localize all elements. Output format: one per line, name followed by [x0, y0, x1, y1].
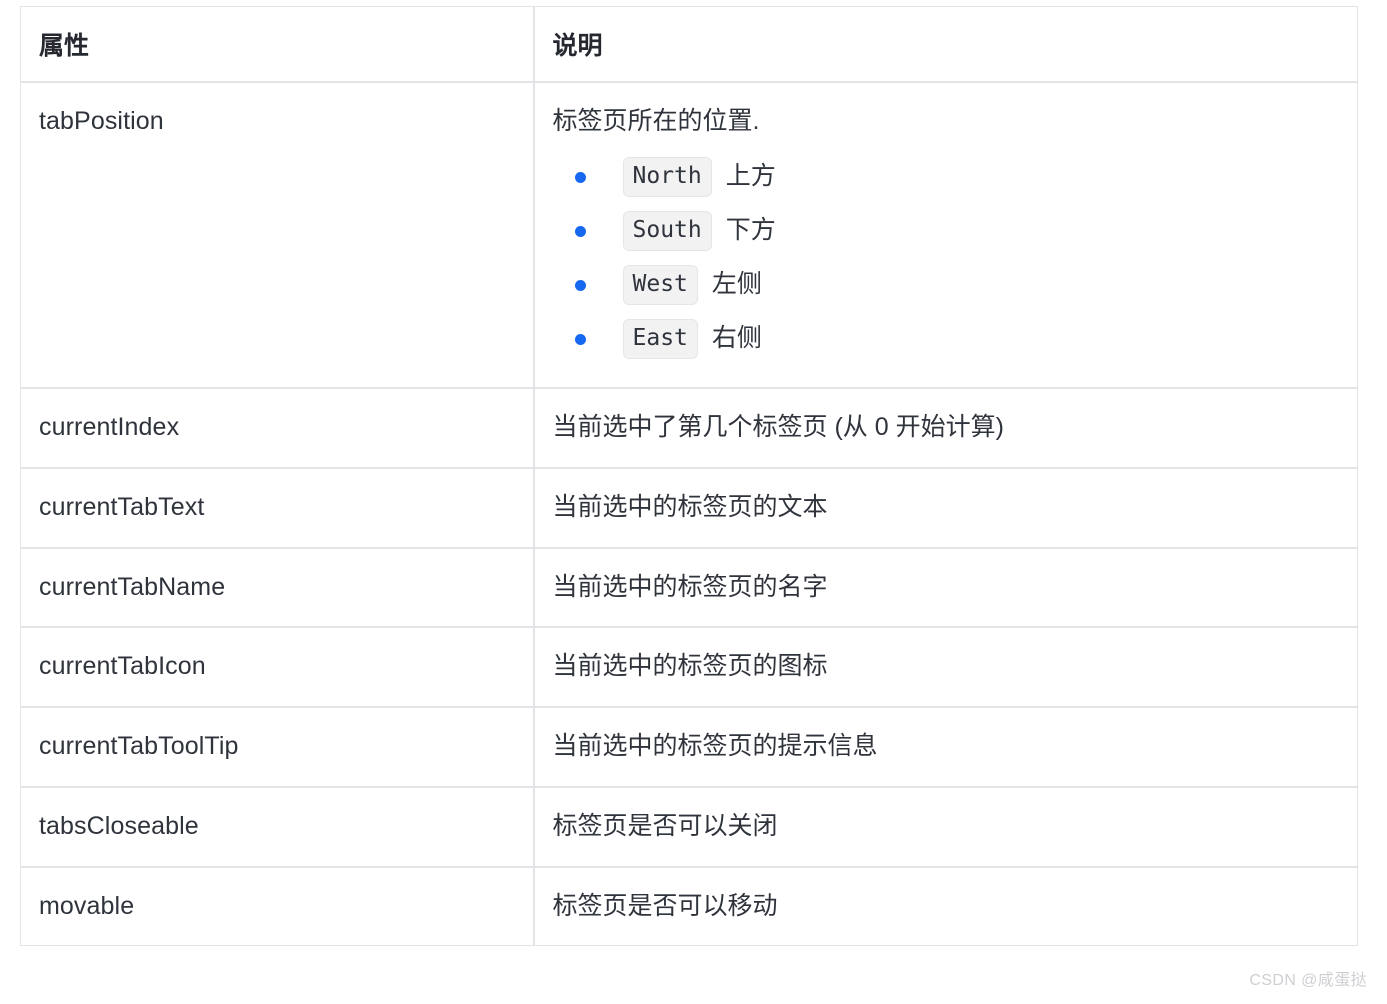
option-list: North 上方 South 下方 West 左侧 East 右侧 [553, 156, 1340, 359]
table-body: tabPosition 标签页所在的位置. North 上方 South 下方 … [20, 82, 1358, 946]
table-row: tabPosition 标签页所在的位置. North 上方 South 下方 … [20, 82, 1358, 389]
table-row: currentTabName 当前选中的标签页的名字 [20, 547, 1358, 629]
table-cell-attribute: movable [20, 866, 535, 946]
table-row: currentTabToolTip 当前选中的标签页的提示信息 [20, 707, 1358, 788]
description-text: 当前选中的标签页的图标 [552, 652, 828, 681]
bullet-icon [574, 225, 586, 237]
table-row: currentIndex 当前选中了第几个标签页 (从 0 开始计算) [20, 388, 1358, 469]
description-text: 标签页是否可以关闭 [552, 811, 778, 840]
list-item: West 左侧 [574, 264, 1340, 305]
table-cell-attribute: currentIndex [20, 388, 535, 469]
option-label: 左侧 [711, 269, 762, 298]
table-cell-description: 当前选中了第几个标签页 (从 0 开始计算) [533, 388, 1358, 469]
bullet-icon [574, 279, 586, 291]
bullet-icon [574, 333, 586, 345]
table-row: movable 标签页是否可以移动 [20, 866, 1358, 946]
table-row: tabsCloseable 标签页是否可以关闭 [20, 786, 1358, 868]
description-text: 当前选中了第几个标签页 (从 0 开始计算) [552, 413, 1004, 441]
table-cell-attribute: currentTabIcon [20, 627, 535, 708]
description-text: 当前选中的标签页的提示信息 [552, 732, 878, 760]
attribute-name: currentTabIcon [39, 652, 206, 681]
table-header-row: 属性 说明 [20, 6, 1358, 83]
table-cell-description: 当前选中的标签页的提示信息 [533, 707, 1358, 788]
table-row: currentTabIcon 当前选中的标签页的图标 [20, 627, 1358, 708]
attribute-name: tabPosition [39, 107, 164, 135]
description-text: 当前选中的标签页的名字 [552, 572, 828, 601]
description-text: 当前选中的标签页的文本 [552, 492, 828, 521]
table-cell-description: 当前选中的标签页的文本 [533, 467, 1358, 549]
list-item: East 右侧 [574, 318, 1340, 359]
table-cell-attribute: tabPosition [20, 82, 535, 389]
table-cell-attribute: currentTabText [20, 467, 535, 549]
table-cell-description: 标签页是否可以关闭 [533, 786, 1358, 868]
list-item: North 上方 [574, 156, 1340, 197]
description-text: 标签页所在的位置. [552, 107, 760, 135]
code-chip: West [622, 264, 698, 305]
table-cell-attribute: currentTabToolTip [20, 707, 535, 788]
code-chip: North [622, 156, 712, 197]
table-cell-description: 当前选中的标签页的名字 [533, 547, 1358, 629]
column-header-attribute: 属性 [20, 6, 535, 83]
properties-table: 属性 说明 tabPosition 标签页所在的位置. North 上方 Sou… [20, 6, 1358, 947]
attribute-name: tabsCloseable [39, 811, 199, 840]
attribute-name: currentIndex [39, 413, 180, 441]
attribute-name: currentTabToolTip [39, 732, 239, 760]
table-cell-description: 标签页所在的位置. North 上方 South 下方 West 左侧 East… [533, 82, 1358, 389]
attribute-name: currentTabName [39, 572, 226, 601]
column-header-description: 说明 [533, 6, 1358, 83]
table-cell-description: 标签页是否可以移动 [533, 866, 1358, 946]
watermark: CSDN @咸蛋挞 [1249, 972, 1367, 989]
table-row: currentTabText 当前选中的标签页的文本 [20, 467, 1358, 549]
list-item: South 下方 [574, 210, 1340, 251]
description-text: 标签页是否可以移动 [552, 891, 778, 920]
table-cell-attribute: currentTabName [20, 547, 535, 629]
attribute-name: movable [39, 891, 135, 920]
table-header: 属性 说明 [20, 6, 1358, 83]
code-chip: South [622, 210, 712, 251]
code-chip: East [622, 318, 698, 359]
option-label: 上方 [725, 161, 776, 190]
option-label: 下方 [725, 215, 776, 244]
table-cell-attribute: tabsCloseable [20, 786, 535, 868]
bullet-icon [574, 171, 586, 183]
table-cell-description: 当前选中的标签页的图标 [533, 627, 1358, 708]
attribute-name: currentTabText [39, 492, 205, 521]
option-label: 右侧 [711, 323, 762, 352]
document-page: 属性 说明 tabPosition 标签页所在的位置. North 上方 Sou… [0, 0, 1387, 1004]
